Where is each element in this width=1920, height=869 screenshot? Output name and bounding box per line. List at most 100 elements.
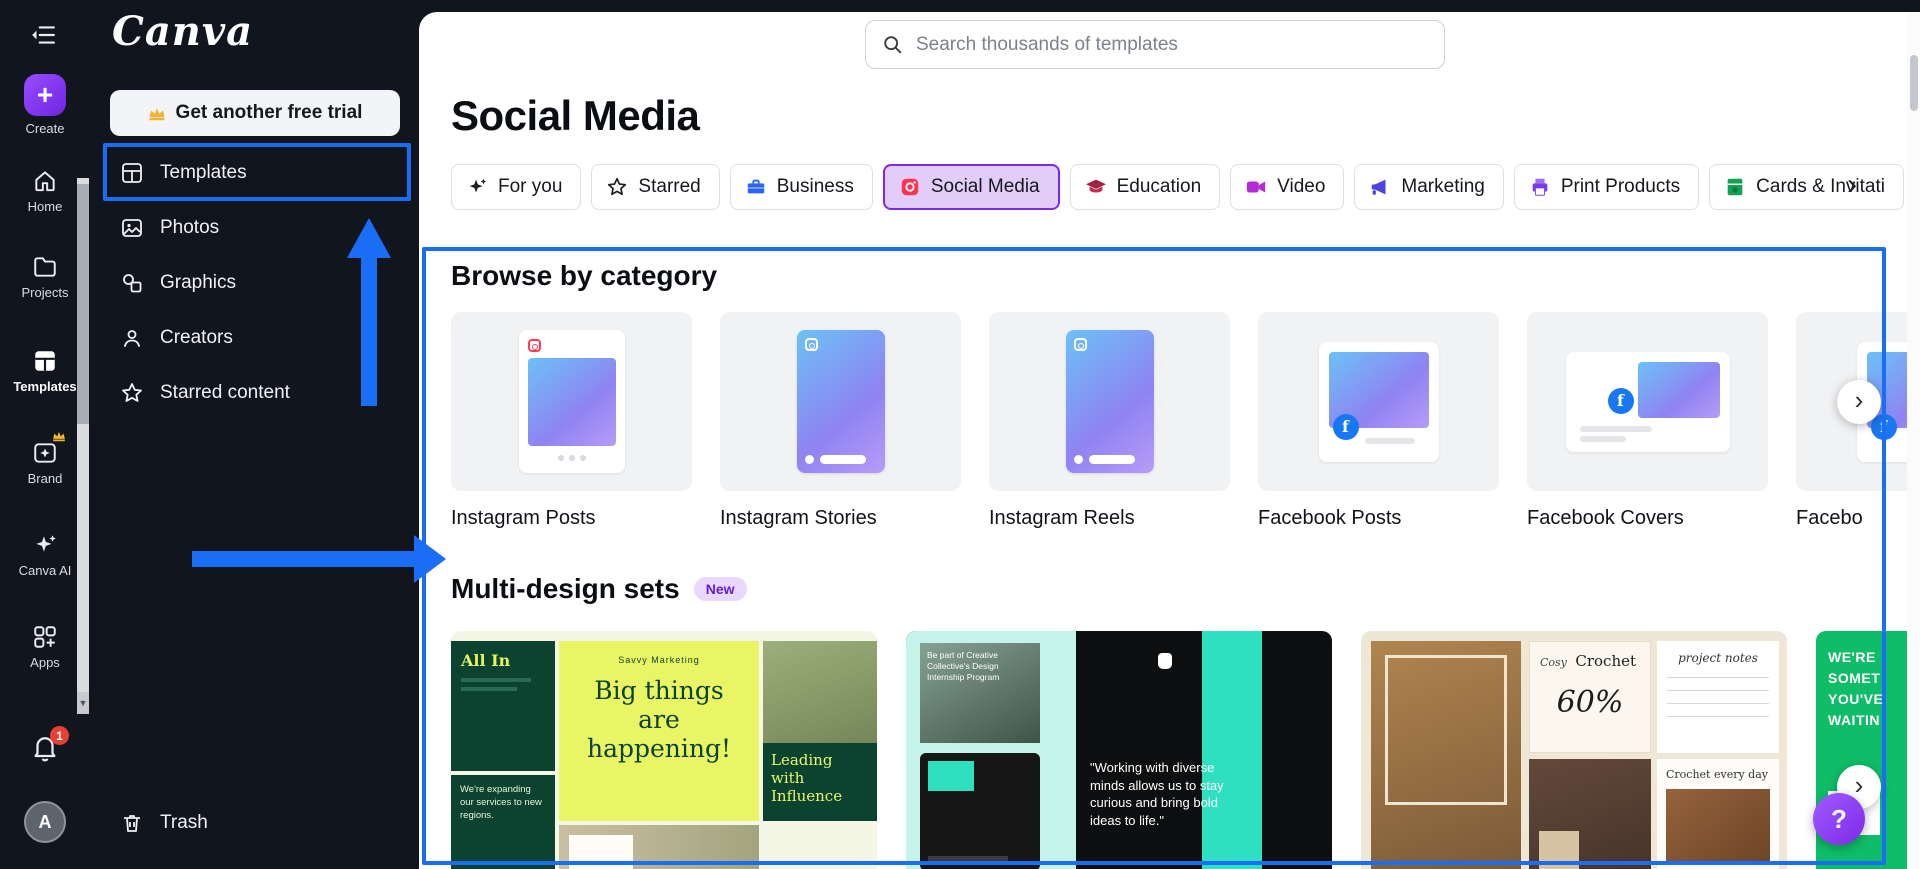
category-thumbnail	[720, 312, 961, 491]
chip-education[interactable]: Education	[1069, 164, 1221, 210]
chip-label: Print Products	[1560, 176, 1681, 197]
star-icon	[122, 383, 142, 402]
sidebar-item-trash[interactable]: Trash	[104, 798, 404, 848]
set-text: project notes	[1678, 651, 1758, 665]
free-trial-button[interactable]: Get another free trial	[110, 90, 400, 136]
page-scrollbar-thumb[interactable]	[1910, 55, 1918, 111]
category-thumbnail	[989, 312, 1230, 491]
canva-logo[interactable]: Canva	[112, 8, 253, 55]
set-text: Cosy	[1540, 656, 1567, 669]
chip-label: Education	[1116, 176, 1202, 197]
templates-label: Templates	[13, 379, 77, 394]
category-instagram-stories[interactable]: Instagram Stories	[720, 312, 961, 530]
templates-grid-icon	[35, 351, 55, 371]
sidebar-item-creators[interactable]: Creators	[104, 313, 404, 363]
design-set-crochet[interactable]: Cosy Crochet 60% project notes Crochet e…	[1361, 631, 1787, 869]
projects-label: Projects	[21, 285, 69, 300]
set-text: YOU'VE	[1828, 691, 1884, 707]
plus-icon: +	[36, 79, 54, 110]
chip-social-media[interactable]: Social Media	[882, 164, 1060, 210]
category-instagram-posts[interactable]: Instagram Posts	[451, 312, 692, 530]
collapse-sidebar-button[interactable]	[24, 16, 62, 54]
set-text: Leading with Influence	[763, 743, 877, 821]
set-text: SOMET	[1828, 670, 1881, 686]
search-input[interactable]	[916, 33, 1428, 56]
main-content: Social Media For you Starred Business So…	[419, 12, 1907, 869]
page-scrollbar[interactable]	[1907, 12, 1920, 869]
chip-video[interactable]: Video	[1230, 164, 1345, 210]
chip-for-you[interactable]: For you	[451, 164, 582, 210]
sidebar-item-templates[interactable]: Templates	[104, 148, 404, 198]
set-text: Crochet	[1575, 652, 1637, 670]
category-label: Facebook Posts	[1258, 507, 1402, 529]
search-icon	[884, 35, 902, 53]
notification-badge: 1	[50, 726, 69, 745]
printer-icon	[1532, 178, 1548, 196]
sparkle-icon	[469, 178, 487, 193]
category-label: Facebo	[1796, 507, 1863, 529]
page-title: Social Media	[451, 92, 700, 139]
set-text: WE'RE	[1828, 649, 1876, 665]
category-label: Instagram Posts	[451, 507, 596, 529]
category-facebook-posts[interactable]: f Facebook Posts	[1258, 312, 1499, 530]
set-text: "Working with diverse minds allows us to…	[1090, 760, 1224, 828]
design-set-teal-quote[interactable]: Be part of Creative Collective's Design …	[906, 631, 1332, 869]
notifications-button[interactable]: 1	[0, 726, 90, 762]
chip-label: Starred	[638, 176, 701, 197]
creators-icon	[124, 330, 140, 347]
folder-icon	[34, 257, 56, 277]
sidebar-item-label: Templates	[160, 162, 247, 183]
set-text: Be part of Creative Collective's Design …	[927, 650, 1000, 683]
video-camera-icon	[1246, 181, 1266, 193]
multi-design-sets-heading: Multi-design sets	[451, 573, 680, 604]
chip-label: Video	[1277, 176, 1326, 197]
set-text: Savvy Marketing	[618, 655, 700, 665]
canva-ai-label: Canva AI	[18, 563, 72, 578]
instagram-glyph-icon	[804, 338, 818, 351]
avatar[interactable]: A	[24, 801, 66, 843]
chip-starred[interactable]: Starred	[591, 164, 720, 210]
briefcase-icon	[747, 179, 764, 194]
apps-grid-icon	[34, 626, 56, 648]
categories-next-button[interactable]: ›	[1837, 380, 1881, 424]
crown-icon	[52, 430, 66, 442]
sidebar-item-photos[interactable]: Photos	[104, 203, 404, 253]
sidebar-scrollbar-thumb[interactable]	[77, 184, 89, 424]
chip-label: Social Media	[930, 176, 1040, 197]
canva-app: + Create Home Projects Templates Brand C…	[0, 0, 1920, 869]
photos-icon	[122, 219, 142, 237]
sidebar-item-starred-content[interactable]: Starred content	[104, 368, 404, 418]
chip-cards-invitations[interactable]: Cards & Invitati	[1709, 164, 1904, 210]
help-button[interactable]: ?	[1813, 793, 1865, 845]
trash-icon	[124, 815, 140, 832]
search-bar[interactable]	[865, 20, 1445, 69]
megaphone-icon	[1372, 179, 1386, 195]
chip-business[interactable]: Business	[729, 164, 873, 210]
templates-icon	[122, 163, 142, 183]
category-thumbnail: f	[1527, 312, 1768, 491]
chip-label: For you	[498, 176, 563, 197]
sidebar-scrollbar[interactable]: ▼	[77, 178, 89, 714]
category-instagram-reels[interactable]: Instagram Reels	[989, 312, 1230, 530]
graduation-cap-icon	[1085, 179, 1106, 193]
question-mark: ?	[1831, 803, 1847, 834]
category-label: Facebook Covers	[1527, 507, 1684, 529]
design-set-green-marketing[interactable]: All In Savvy Marketing Big things are ha…	[451, 631, 877, 869]
chip-print-products[interactable]: Print Products	[1513, 164, 1700, 210]
category-label: Instagram Reels	[989, 507, 1135, 529]
create-button[interactable]: + Create	[0, 74, 90, 136]
facebook-logo: f	[1607, 387, 1634, 414]
apps-label: Apps	[30, 655, 60, 670]
multi-design-sets-header: Multi-design sets New	[451, 572, 747, 606]
set-text: WAITIN	[1828, 712, 1880, 728]
home-label: Home	[27, 199, 63, 214]
new-badge: New	[693, 577, 747, 601]
chip-marketing[interactable]: Marketing	[1354, 164, 1504, 210]
sidebar-scrollbar-down-button[interactable]: ▼	[77, 692, 89, 714]
sidebar-item-label: Starred content	[160, 382, 290, 403]
category-facebook-covers[interactable]: f Facebook Covers	[1527, 312, 1768, 530]
instagram-story-mockup	[796, 330, 885, 473]
sidebar-item-graphics[interactable]: Graphics	[104, 258, 404, 308]
chips-scroll-chevron[interactable]: ›	[1847, 170, 1857, 200]
create-label: Create	[25, 121, 65, 136]
